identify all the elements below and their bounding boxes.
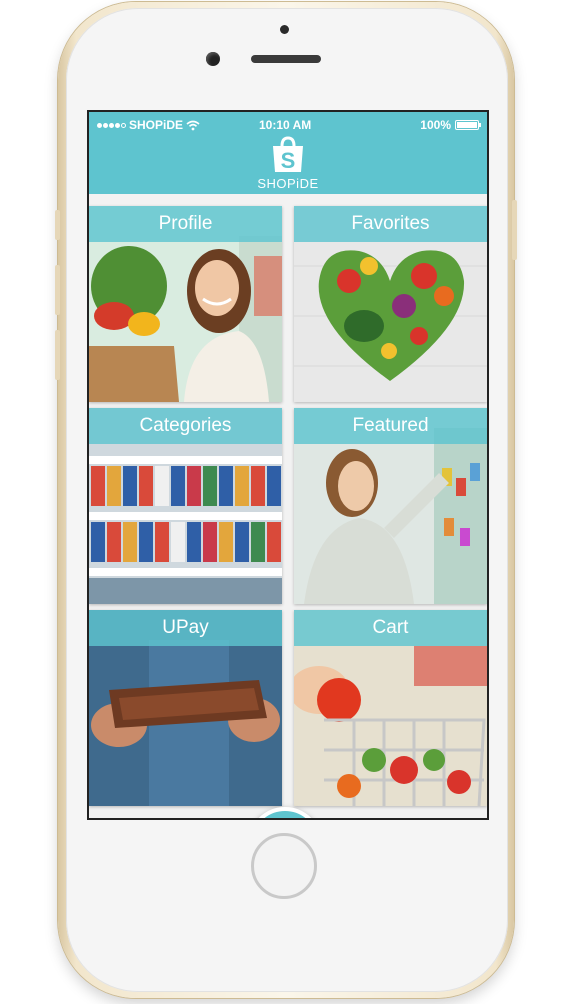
- carrier-name: SHOPiDE: [129, 118, 184, 132]
- app-header: SHOPiDE 10:10 AM 100% S SHOPiDE: [89, 112, 487, 194]
- tile-label: UPay: [89, 610, 282, 646]
- mute-switch: [55, 210, 60, 240]
- tile-upay[interactable]: UPay: [89, 610, 282, 806]
- menu-grid: Profile Favorites Categories Featured UP…: [89, 194, 487, 818]
- signal-icon: [97, 122, 126, 128]
- status-left: SHOPiDE: [97, 117, 200, 133]
- tile-favorites[interactable]: Favorites: [294, 206, 487, 402]
- earpiece-speaker: [251, 55, 321, 63]
- tile-label: Profile: [89, 206, 282, 242]
- shopping-bag-s-icon: S: [273, 136, 303, 173]
- power-button: [512, 200, 517, 260]
- svg-text:S: S: [281, 148, 296, 173]
- battery-icon: [455, 120, 481, 130]
- battery-percent: 100%: [420, 118, 451, 132]
- tile-label: Favorites: [294, 206, 487, 242]
- tile-label: Categories: [89, 408, 282, 444]
- tile-profile[interactable]: Profile: [89, 206, 282, 402]
- brand-name: SHOPiDE: [257, 176, 319, 191]
- front-camera: [206, 52, 220, 66]
- camera-scan-button[interactable]: [248, 807, 322, 818]
- volume-up-button: [55, 265, 60, 315]
- tile-cart[interactable]: Cart: [294, 610, 487, 806]
- tile-label: Featured: [294, 408, 487, 444]
- tile-featured[interactable]: Featured: [294, 408, 487, 604]
- volume-down-button: [55, 330, 60, 380]
- proximity-sensor: [280, 25, 289, 34]
- tile-label: Cart: [294, 610, 487, 646]
- status-time: 10:10 AM: [259, 118, 312, 132]
- home-button[interactable]: [251, 833, 317, 899]
- wifi-icon: [186, 120, 200, 130]
- status-right: 100%: [420, 117, 481, 133]
- app-screen: SHOPiDE 10:10 AM 100% S SHOPiDE Profile: [87, 110, 489, 820]
- tile-categories[interactable]: Categories: [89, 408, 282, 604]
